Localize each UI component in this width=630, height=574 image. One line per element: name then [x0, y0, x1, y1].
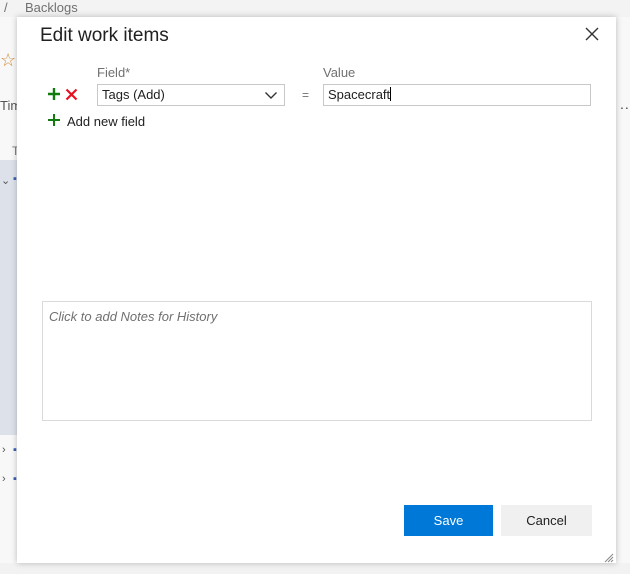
dialog-title: Edit work items — [40, 25, 169, 46]
background-header: / Backlogs — [0, 0, 630, 18]
chevron-down-icon — [264, 88, 278, 102]
cancel-button[interactable]: Cancel — [501, 505, 592, 536]
x-icon[interactable] — [65, 85, 78, 105]
equals-operator: = — [302, 88, 310, 102]
resize-grip-icon[interactable] — [604, 550, 614, 563]
value-input[interactable]: Spacecraft — [323, 84, 591, 106]
chevron-right-icon[interactable]: › — [2, 444, 6, 456]
breadcrumb-separator: / — [4, 0, 8, 15]
more-options-icon[interactable]: ... — [620, 96, 630, 112]
value-input-text: Spacecraft — [328, 87, 391, 102]
background-bottom-strip — [0, 563, 630, 574]
history-notes-field[interactable]: Click to add Notes for History — [42, 301, 592, 421]
notes-placeholder: Click to add Notes for History — [49, 309, 218, 324]
add-new-field-link[interactable]: Add new field — [67, 114, 145, 129]
breadcrumb-backlogs[interactable]: Backlogs — [25, 0, 78, 15]
chevron-right-icon[interactable]: › — [2, 473, 6, 485]
background-selected-rows — [0, 160, 17, 435]
field-column-label: Field* — [97, 65, 131, 80]
field-select-value: Tags (Add) — [102, 87, 165, 102]
plus-icon[interactable] — [47, 85, 61, 105]
favorite-star-icon[interactable]: ☆ — [0, 50, 16, 71]
text-caret — [390, 87, 392, 101]
save-button[interactable]: Save — [404, 505, 493, 536]
field-select[interactable]: Tags (Add) — [97, 84, 285, 106]
chevron-down-icon[interactable]: ⌄ — [1, 174, 10, 187]
plus-icon[interactable] — [47, 111, 61, 131]
value-column-label: Value — [323, 65, 356, 80]
edit-work-items-dialog: Edit work items Field* Value Tags (Add) … — [17, 17, 616, 563]
close-icon[interactable] — [581, 23, 603, 45]
